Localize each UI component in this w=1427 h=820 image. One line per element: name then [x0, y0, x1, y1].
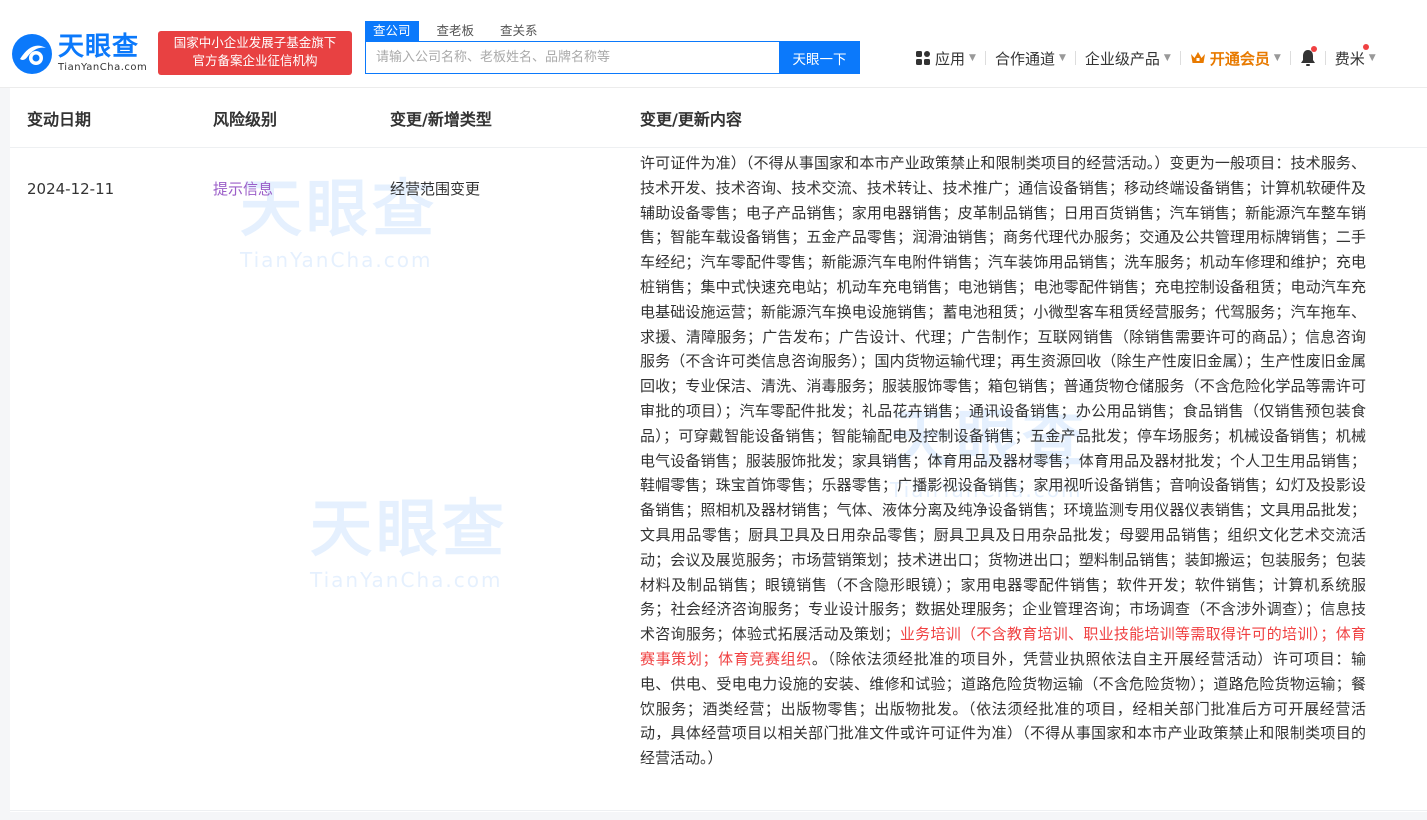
- search-input[interactable]: [366, 42, 779, 73]
- logo-text: 天眼查: [58, 32, 140, 62]
- notification-dot: [1310, 46, 1317, 52]
- search-button[interactable]: 天眼一下: [779, 41, 860, 74]
- table-header: 变动日期 风险级别 变更/新增类型 变更/更新内容: [10, 88, 1427, 148]
- nav-divider: [1289, 51, 1291, 65]
- tianyancha-logo[interactable]: 天眼查 TianYanCha.com: [10, 32, 150, 76]
- nav-enterprise[interactable]: 企业级产品 ▼: [1085, 48, 1171, 69]
- apps-grid-icon: [916, 51, 930, 65]
- nav-enterprise-label: 企业级产品: [1084, 49, 1160, 68]
- nav-divider: [1324, 51, 1326, 65]
- chevron-down-icon: ▼: [969, 53, 976, 63]
- nav-vip[interactable]: 开通会员 ▼: [1190, 48, 1281, 69]
- table-row: 2024-12-11 提示信息 经营范围变更 许可证件为准）（不得从事国家和本市…: [10, 149, 1427, 811]
- tab-search-boss[interactable]: 查老板: [429, 21, 483, 41]
- change-date: 2024-12-11: [27, 180, 115, 198]
- search-box: [365, 41, 780, 74]
- badge-line-1: 国家中小企业发展子基金旗下: [173, 35, 337, 50]
- notification-bell[interactable]: [1300, 46, 1317, 67]
- main-nav: 应用 ▼ 合作通道 ▼ 企业级产品 ▼ 开通会员 ▼ 费米 ▼: [915, 43, 1376, 70]
- tab-search-company[interactable]: 查公司: [365, 21, 419, 41]
- top-navigation-bar: 天眼查 TianYanCha.com 国家中小企业发展子基金旗下 官方备案企业征…: [0, 0, 1427, 88]
- user-name: 费米: [1334, 49, 1365, 68]
- crown-icon: [1190, 52, 1205, 63]
- chevron-down-icon: ▼: [1273, 53, 1281, 63]
- badge-line-2: 官方备案企业征信机构: [192, 53, 318, 68]
- risk-level-link[interactable]: 提示信息: [213, 177, 273, 202]
- nav-apps-label: 应用: [935, 49, 966, 68]
- nav-divider: [1074, 51, 1076, 65]
- user-menu[interactable]: 费米 ▼: [1334, 43, 1376, 69]
- nav-apps[interactable]: 应用 ▼: [915, 48, 976, 69]
- search-tabs: 查公司 查老板 查关系: [365, 21, 546, 41]
- nav-partner[interactable]: 合作通道 ▼: [995, 48, 1066, 69]
- content-text: 许可证件为准）（不得从事国家和本市产业政策禁止和限制类项目的经营活动。）变更为一…: [640, 154, 1366, 644]
- change-content: 许可证件为准）（不得从事国家和本市产业政策禁止和限制类项目的经营活动。）变更为一…: [640, 151, 1366, 771]
- nav-divider: [1179, 51, 1181, 65]
- column-header-type: 变更/新增类型: [390, 110, 492, 129]
- change-type: 经营范围变更: [390, 180, 481, 198]
- column-header-risk: 风险级别: [213, 110, 278, 129]
- nav-vip-label: 开通会员: [1209, 49, 1270, 68]
- logo-icon: [12, 34, 52, 74]
- user-dot: [1362, 43, 1369, 50]
- official-badge[interactable]: 国家中小企业发展子基金旗下 官方备案企业征信机构: [158, 31, 352, 75]
- nav-partner-label: 合作通道: [994, 49, 1055, 68]
- nav-divider: [984, 51, 986, 65]
- column-header-content: 变更/更新内容: [640, 110, 742, 129]
- tab-search-relation[interactable]: 查关系: [492, 21, 546, 41]
- chevron-down-icon: ▼: [1058, 53, 1066, 63]
- column-header-date: 变动日期: [27, 110, 92, 129]
- chevron-down-icon: ▼: [1163, 53, 1171, 63]
- chevron-down-icon: ▼: [1368, 53, 1376, 63]
- page-bottom-strip: [0, 812, 1427, 820]
- change-record-table: 变动日期 风险级别 变更/新增类型 变更/更新内容 天眼查 TianYanCha…: [10, 88, 1427, 820]
- logo-subtitle: TianYanCha.com: [58, 62, 148, 73]
